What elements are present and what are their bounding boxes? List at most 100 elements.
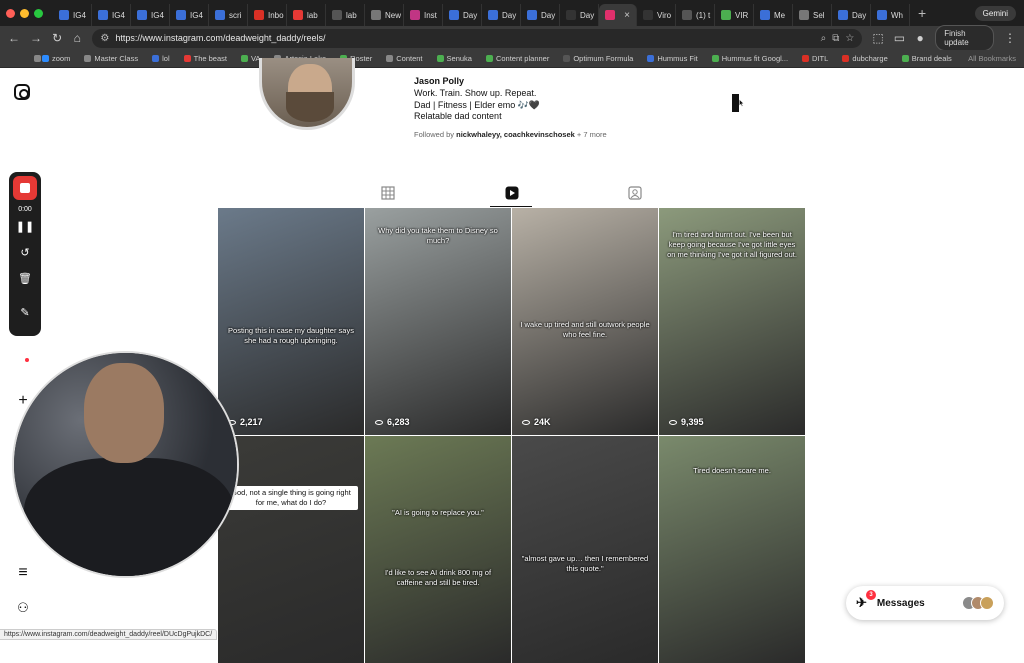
all-bookmarks-button[interactable]: All Bookmarks bbox=[968, 54, 1016, 63]
bookmark-item[interactable]: Master Class bbox=[84, 54, 138, 63]
home-icon[interactable]: ⌂ bbox=[72, 31, 82, 45]
stop-recording-button[interactable] bbox=[13, 176, 37, 200]
browser-tab[interactable]: Inbo bbox=[248, 4, 287, 26]
browser-tab[interactable]: Sel bbox=[793, 4, 832, 26]
browser-tab[interactable]: Day bbox=[443, 4, 482, 26]
profile-avatar[interactable] bbox=[259, 58, 355, 130]
tab-label: IG4 bbox=[73, 10, 86, 20]
sidepanel-icon[interactable]: ▭ bbox=[894, 31, 905, 45]
reel-thumbnail[interactable]: I wake up tired and still outwork people… bbox=[512, 208, 658, 435]
reload-icon[interactable]: ↻ bbox=[52, 31, 62, 45]
browser-tab[interactable]: Inst bbox=[404, 4, 443, 26]
browser-tab[interactable]: IG4 bbox=[92, 4, 131, 26]
close-tab-icon[interactable]: × bbox=[624, 10, 630, 21]
install-icon[interactable]: ⧉ bbox=[832, 33, 839, 44]
reel-thumbnail[interactable]: God, not a single thing is going right f… bbox=[218, 436, 364, 663]
browser-tab[interactable]: (1) t bbox=[676, 4, 715, 26]
browser-tab[interactable]: Day bbox=[482, 4, 521, 26]
bookmark-item[interactable]: lol bbox=[152, 54, 170, 63]
reels-grid: Posting this in case my daughter says sh… bbox=[218, 208, 806, 663]
also-from-meta-icon[interactable]: ⚇ bbox=[14, 599, 32, 617]
browser-tab[interactable]: Day bbox=[560, 4, 599, 26]
followed-by[interactable]: Followed by nickwhaleyy, coachkevinschos… bbox=[414, 130, 607, 139]
bookmark-item[interactable]: dubcharge bbox=[842, 54, 888, 63]
apps-icon[interactable] bbox=[34, 55, 41, 62]
link-status-bar: https://www.instagram.com/deadweight_dad… bbox=[0, 629, 218, 640]
tab-favicon-icon bbox=[566, 10, 576, 20]
bookmark-item[interactable]: Brand deals bbox=[901, 54, 952, 63]
close-window-button[interactable] bbox=[6, 8, 15, 18]
mouse-cursor-icon bbox=[732, 94, 744, 112]
reel-thumbnail[interactable]: Why did you take them to Disney so much?… bbox=[365, 208, 511, 435]
forward-icon[interactable]: → bbox=[30, 31, 42, 45]
bookmark-item[interactable]: Optimum Formula bbox=[563, 54, 633, 63]
reel-thumbnail[interactable]: Tired doesn't scare me. bbox=[659, 436, 805, 663]
bookmark-item[interactable]: Content bbox=[386, 54, 423, 63]
tagged-icon[interactable] bbox=[628, 186, 642, 200]
browser-tab[interactable]: IG4 bbox=[170, 4, 209, 26]
browser-tab[interactable]: IG4 bbox=[131, 4, 170, 26]
new-tab-button[interactable]: + bbox=[918, 5, 926, 21]
reel-view-count: 24K bbox=[522, 417, 551, 427]
browser-tab[interactable]: Wh bbox=[871, 4, 910, 26]
followed-names[interactable]: nickwhaleyy, coachkevinschosek bbox=[456, 130, 575, 139]
profile-icon[interactable]: ● bbox=[915, 31, 925, 45]
browser-tab[interactable]: New bbox=[365, 4, 404, 26]
pause-icon[interactable]: ❚❚ bbox=[9, 220, 41, 233]
bookmark-label: zoom bbox=[52, 54, 71, 63]
reels-icon[interactable] bbox=[505, 186, 519, 200]
search-icon[interactable]: ⌕ bbox=[821, 33, 827, 44]
reel-view-count: 9,395 bbox=[669, 417, 704, 427]
browser-tab[interactable]: lab bbox=[326, 4, 365, 26]
reel-thumbnail[interactable]: I'm tired and burnt out. I've been but k… bbox=[659, 208, 805, 435]
draw-icon[interactable]: ✎ bbox=[9, 306, 41, 319]
bookmark-item[interactable]: Senuka bbox=[436, 54, 472, 63]
address-bar[interactable]: ⚙ https://www.instagram.com/deadweight_d… bbox=[92, 28, 863, 48]
delete-icon[interactable]: 🗑 bbox=[9, 272, 41, 285]
browser-tab[interactable]: scri bbox=[209, 4, 248, 26]
webcam-bubble[interactable] bbox=[12, 351, 239, 578]
extensions-icon[interactable]: ⬚ bbox=[872, 31, 883, 45]
profile-name: Jason Polly bbox=[414, 76, 465, 86]
browser-tab[interactable]: Me bbox=[754, 4, 793, 26]
finish-update-button[interactable]: Finish update bbox=[935, 25, 995, 51]
bookmark-star-icon[interactable]: ☆ bbox=[845, 33, 854, 44]
browser-tab[interactable]: × bbox=[599, 4, 637, 26]
bookmark-item[interactable]: The beast bbox=[183, 54, 227, 63]
reel-thumbnail[interactable]: Posting this in case my daughter says sh… bbox=[218, 208, 364, 435]
menu-icon[interactable]: ⋮ bbox=[1004, 31, 1016, 45]
bookmarks-bar: zoomMaster ClasslolThe beastVAArtesia La… bbox=[0, 50, 1024, 68]
bookmark-item[interactable]: DITL bbox=[802, 54, 828, 63]
browser-tab[interactable]: IG4 bbox=[53, 4, 92, 26]
maximize-window-button[interactable] bbox=[34, 8, 43, 18]
restart-icon[interactable]: ↺ bbox=[9, 246, 41, 259]
gemini-button[interactable]: Gemini bbox=[974, 5, 1016, 21]
url-text[interactable]: https://www.instagram.com/deadweight_dad… bbox=[115, 33, 814, 43]
bookmark-label: Brand deals bbox=[911, 54, 952, 63]
bookmark-label: Hummus fit Googl... bbox=[721, 54, 789, 63]
browser-tab[interactable]: VIR bbox=[715, 4, 754, 26]
followed-prefix: Followed by bbox=[414, 130, 457, 139]
tab-label: VIR bbox=[735, 10, 749, 20]
bookmark-item[interactable]: Hummus Fit bbox=[647, 54, 698, 63]
browser-tab[interactable]: lab bbox=[287, 4, 326, 26]
bookmark-icon bbox=[183, 55, 191, 62]
bookmark-item[interactable]: VA bbox=[240, 54, 260, 63]
minimize-window-button[interactable] bbox=[20, 8, 29, 18]
browser-tab[interactable]: Day bbox=[832, 4, 871, 26]
browser-tab[interactable]: Viro bbox=[637, 4, 676, 26]
messages-button[interactable]: ✈ 3 Messages bbox=[846, 586, 1004, 620]
back-icon[interactable]: ← bbox=[8, 31, 20, 45]
posts-grid-icon[interactable] bbox=[381, 186, 395, 200]
reel-thumbnail[interactable]: "almost gave up… then I remembered this … bbox=[512, 436, 658, 663]
bookmark-item[interactable]: Content planner bbox=[485, 54, 549, 63]
bookmark-item[interactable]: Hummus fit Googl... bbox=[711, 54, 789, 63]
bookmark-icon bbox=[436, 55, 444, 62]
reel-thumbnail[interactable]: "AI is going to replace you." I'd like to… bbox=[365, 436, 511, 663]
browser-tab[interactable]: Day bbox=[521, 4, 560, 26]
followed-suffix[interactable]: + 7 more bbox=[575, 130, 607, 139]
site-info-icon[interactable]: ⚙ bbox=[100, 33, 109, 44]
bookmark-item[interactable]: zoom bbox=[42, 54, 70, 63]
instagram-logo-icon[interactable] bbox=[14, 84, 30, 100]
tab-favicon-icon bbox=[254, 10, 264, 20]
